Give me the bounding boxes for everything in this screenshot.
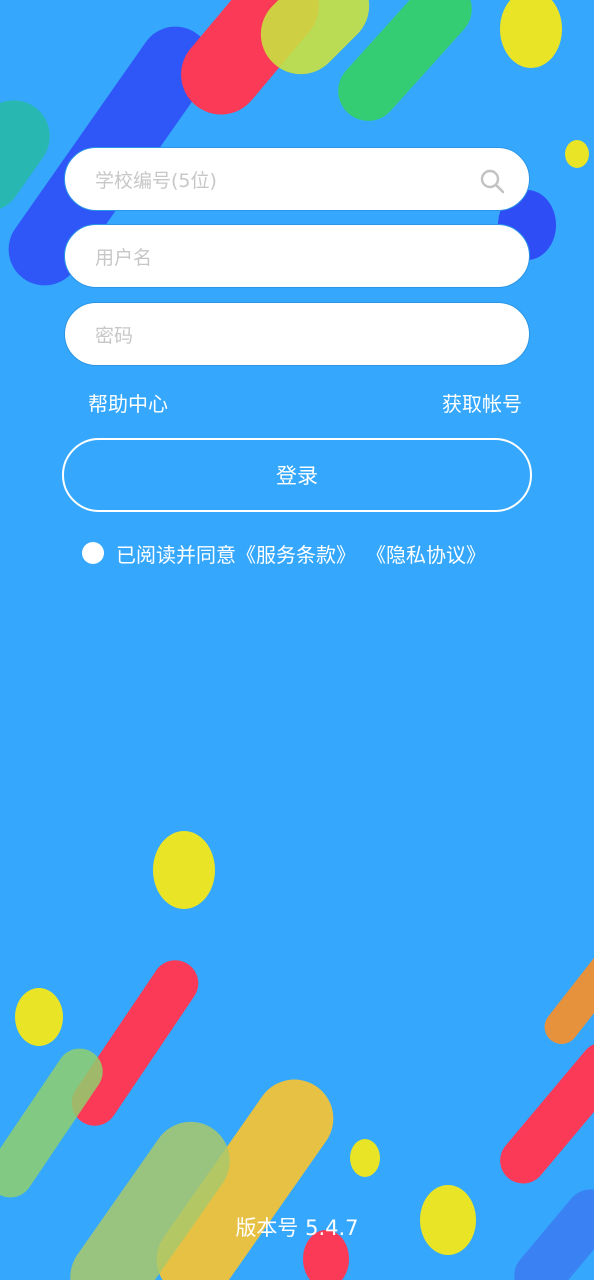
- deco-red-stripe-right: [490, 1033, 594, 1193]
- school-code-input[interactable]: [93, 148, 477, 214]
- username-input[interactable]: [93, 225, 477, 291]
- agreement-row: 已阅读并同意 《服务条款》 《隐私协议》: [82, 538, 486, 568]
- deco-yellow-dot-left: [15, 988, 63, 1046]
- deco-green-stripe-left: [0, 1039, 112, 1207]
- login-button[interactable]: 登录: [62, 438, 532, 512]
- deco-teal-stripe: [0, 86, 64, 226]
- deco-red-stripe-left: [62, 951, 208, 1135]
- terms-of-service-link[interactable]: 《服务条款》: [236, 539, 356, 568]
- password-input[interactable]: [93, 303, 477, 369]
- deco-green-stripe-bottom: [54, 1106, 246, 1280]
- help-center-link[interactable]: 帮助中心: [88, 388, 168, 417]
- version-label: 版本号 5.4.7: [235, 1216, 359, 1240]
- privacy-policy-link[interactable]: 《隐私协议》: [366, 539, 486, 568]
- deco-yellow-dot-middle: [153, 831, 215, 909]
- deco-red-stripe: [164, 0, 336, 131]
- agreement-text: 已阅读并同意: [116, 542, 236, 567]
- deco-yellow-stripe: [244, 0, 386, 91]
- deco-yellow-small-bottom: [350, 1139, 380, 1177]
- deco-orange-stripe-right: [537, 943, 594, 1051]
- deco-green-stripe: [325, 0, 485, 134]
- username-field: [64, 224, 530, 291]
- search-icon[interactable]: [479, 168, 505, 194]
- deco-yellow-stripe-bottom: [141, 1064, 349, 1280]
- get-account-link[interactable]: 获取帐号: [442, 388, 522, 417]
- school-code-field: [64, 147, 530, 214]
- deco-yellow-dot: [500, 0, 562, 68]
- agreement-radio[interactable]: [82, 542, 104, 564]
- password-field: [64, 302, 530, 369]
- deco-yellow-small-dot: [565, 140, 589, 168]
